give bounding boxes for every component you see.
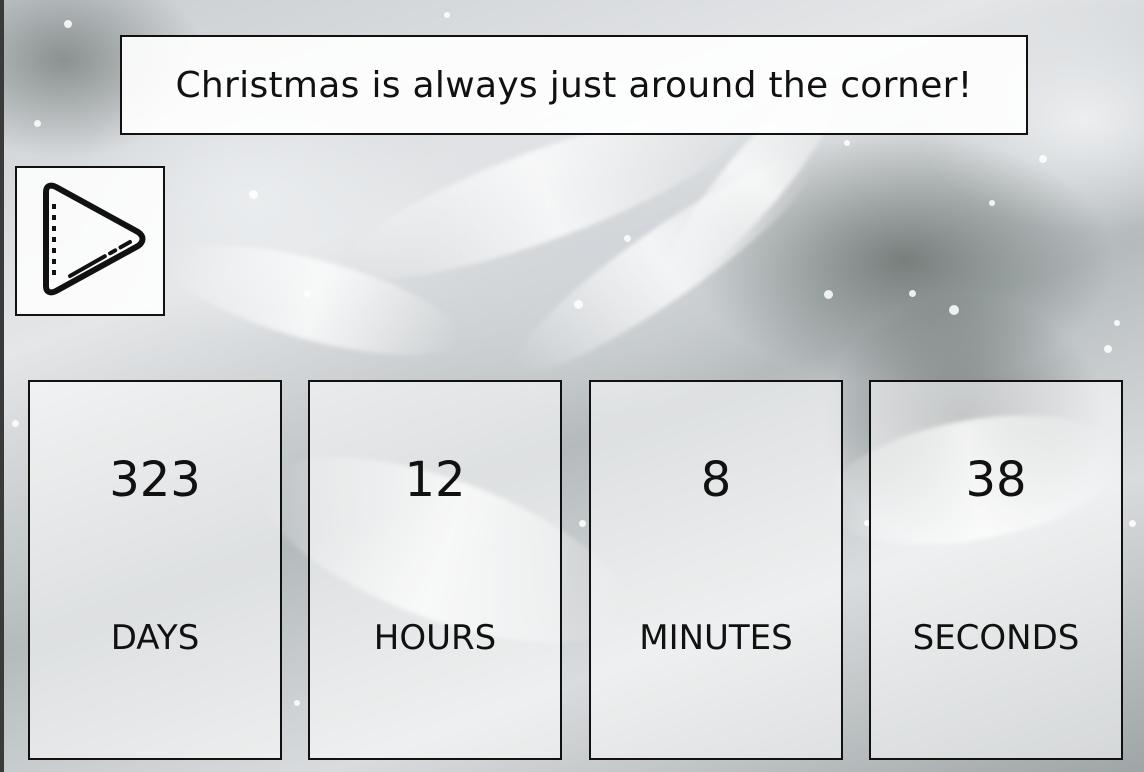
snowflake [64,20,72,28]
snowflake [304,290,311,297]
countdown-days: 323 DAYS [28,380,282,760]
days-label: DAYS [110,618,200,658]
snowflake [989,200,995,206]
snowflake [624,235,631,242]
countdown-hours: 12 HOURS [308,380,562,760]
snowflake [574,300,583,309]
snowflake [949,305,959,315]
snowflake [444,12,450,18]
play-icon [43,182,146,296]
minutes-label: MINUTES [639,618,793,658]
snowflake [579,520,586,527]
hours-label: HOURS [373,618,497,658]
countdown-seconds: 38 SECONDS [869,380,1123,760]
minutes-value: 8 [700,452,732,508]
snowflake [34,120,41,127]
holiday-banner: Christmas is always just around the corn… [120,35,1028,135]
snowflake [294,700,300,706]
music-play-button[interactable] [15,166,165,316]
hours-value: 12 [404,452,466,508]
seconds-value: 38 [965,452,1027,508]
snowflake [824,290,833,299]
snowflake [1114,320,1120,326]
seconds-label: SECONDS [912,618,1080,658]
snowflake [12,420,19,427]
snowflake [1129,520,1136,527]
snowflake [1104,345,1112,353]
banner-text: Christmas is always just around the corn… [175,64,973,106]
snowflake [1039,155,1047,163]
countdown-minutes: 8 MINUTES [589,380,843,760]
days-value: 323 [109,452,201,508]
snowflake [844,140,850,146]
snowflake [249,190,258,199]
snowflake [909,290,916,297]
